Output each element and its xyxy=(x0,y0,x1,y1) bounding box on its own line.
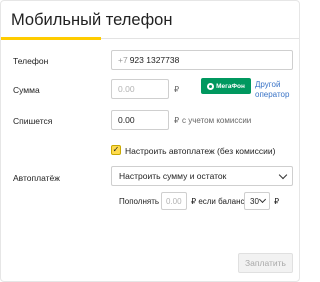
balance-threshold-value: 30 xyxy=(250,196,259,206)
charge-note: с учетом комиссии xyxy=(182,116,252,125)
phone-input[interactable]: +7 923 1327738 xyxy=(111,50,293,70)
other-operator-link-line1: Другой xyxy=(255,80,281,89)
balance-threshold-select[interactable]: 30 xyxy=(244,192,270,210)
megafon-logo-icon xyxy=(207,82,215,90)
if-balance-text: ₽ если баланс xyxy=(191,197,245,206)
header: Мобильный телефон xyxy=(1,1,299,40)
balance-currency: ₽ xyxy=(274,197,280,206)
chevron-down-icon xyxy=(258,195,267,204)
autopay-select[interactable]: Настроить сумму и остаток xyxy=(111,166,293,186)
charge-currency: ₽ xyxy=(174,116,180,125)
phone-prefix: +7 xyxy=(118,55,128,65)
operator-badge: МегаФон xyxy=(201,78,251,94)
autopay-select-value: Настроить сумму и остаток xyxy=(119,171,227,181)
phone-label: Телефон xyxy=(13,56,49,66)
payment-form: Мобильный телефон Телефон +7 923 1327738… xyxy=(0,0,300,282)
title-underline xyxy=(1,37,101,40)
other-operator-link-line2: оператор xyxy=(255,90,290,99)
amount-currency: ₽ xyxy=(174,85,180,94)
autopay-checkbox[interactable]: ✓ xyxy=(111,145,121,155)
amount-input[interactable]: 0.00 xyxy=(111,79,169,99)
topup-amount-input[interactable]: 0.00 xyxy=(161,192,187,210)
pay-button[interactable]: Заплатить xyxy=(238,253,293,273)
other-operator-link[interactable]: Другой оператор xyxy=(255,80,289,100)
amount-label: Сумма xyxy=(13,85,40,95)
charge-label: Спишется xyxy=(13,116,53,126)
page-title: Мобильный телефон xyxy=(11,11,173,29)
autopay-checkbox-label: Настроить автоплатеж (без комиссии) xyxy=(125,146,276,156)
checkmark-icon: ✓ xyxy=(112,145,120,154)
chevron-down-icon xyxy=(278,170,288,180)
charge-input[interactable]: 0.00 xyxy=(111,110,169,130)
phone-value: 923 1327738 xyxy=(129,55,180,65)
autopay-label: Автоплатёж xyxy=(13,173,60,183)
operator-name: МегаФон xyxy=(216,82,245,90)
